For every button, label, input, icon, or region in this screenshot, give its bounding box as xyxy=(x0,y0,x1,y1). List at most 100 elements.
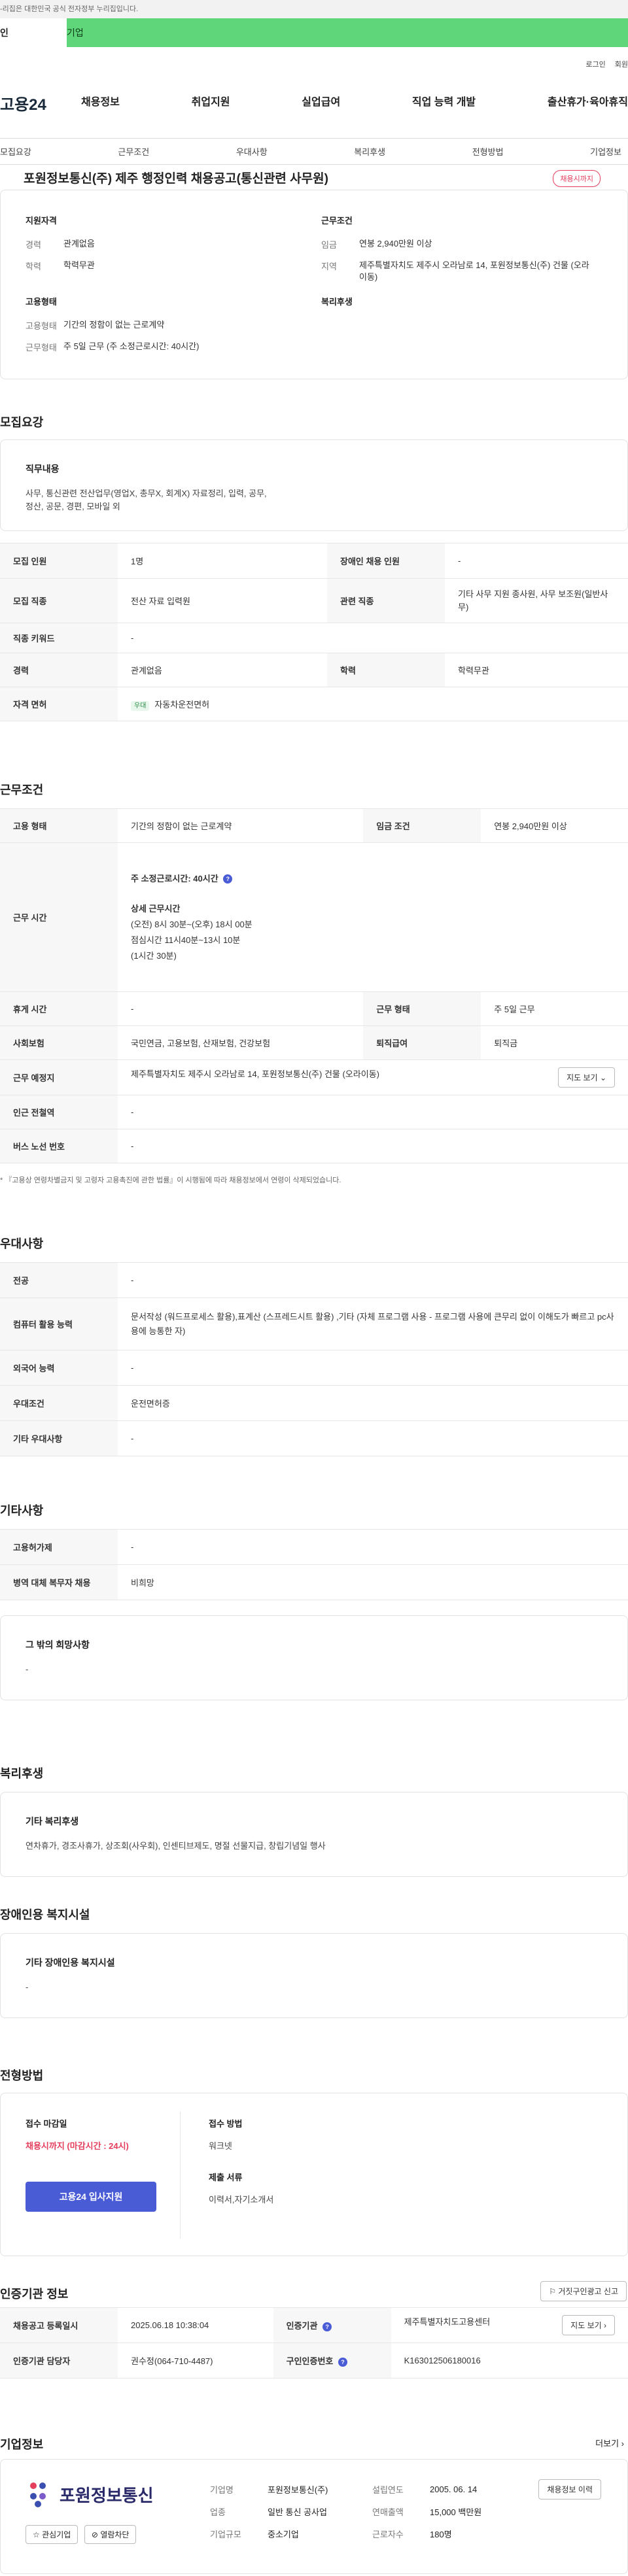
cell-header: 컴퓨터 활용 능력 xyxy=(0,1297,118,1350)
cell-header: 임금 조건 xyxy=(363,808,481,843)
table-row: 고용허가제 - xyxy=(0,1529,628,1565)
anchor-work[interactable]: 근무조건 xyxy=(118,145,149,158)
cell-value: 학력무관 xyxy=(445,653,628,687)
welfare-summary-title: 복리후생 xyxy=(321,297,353,307)
table-row: 컴퓨터 활용 능력 문서작성 (워드프로세스 활용),표계산 (스프레드시트 활용… xyxy=(0,1297,628,1350)
section-title-cert: 인증기관 정보 xyxy=(0,2288,69,2301)
apply-button[interactable]: 고용24 입사지원 xyxy=(26,2182,156,2212)
report-button-label: 거짓구인광고 신고 xyxy=(558,2287,618,2296)
disabled-subtitle: 기타 장애인용 복지시설 xyxy=(26,1957,115,1968)
weekly-hours: 주 소정근로시간: 40시간 ? xyxy=(131,871,615,887)
table-row: 외국어 능력 - xyxy=(0,1350,628,1386)
report-icon: ⚐ xyxy=(549,2287,556,2296)
cell-value: 주 5일 근무 xyxy=(481,991,628,1026)
info-icon[interactable]: ? xyxy=(223,874,233,884)
emp-title: 고용형태 xyxy=(26,297,57,307)
cell-value: - xyxy=(118,623,628,653)
tab-company[interactable]: 기업 xyxy=(67,18,628,47)
fav-label: 관심기업 xyxy=(42,2530,71,2539)
star-icon: ☆ xyxy=(33,2530,40,2539)
pref-table: 전공 - 컴퓨터 활용 능력 문서작성 (워드프로세스 활용),표계산 (스프레드시… xyxy=(0,1262,628,1456)
apply-box: 접수 마감일 채용시까지 (마감시간 : 24시) 고용24 입사지원 접수 방… xyxy=(0,2093,628,2256)
info-icon[interactable]: ? xyxy=(323,2322,332,2331)
tab-individual[interactable]: 인 xyxy=(0,18,67,47)
map-button[interactable]: 지도 보기 ⌄ xyxy=(558,1067,615,1088)
hours-line: (1시간 30분) xyxy=(131,950,177,961)
table-row: 모집 인원 1명 장애인 채용 인원 - xyxy=(0,543,628,579)
nav-jobs[interactable]: 채용정보 xyxy=(81,93,120,109)
kv-row: 근무형태 주 5일 근무 (주 소정근로시간: 40시간) xyxy=(26,341,300,353)
hours-line: 점심시간 11시40분~13시 10분 xyxy=(131,935,241,945)
nav-training[interactable]: 직업 능력 개발 xyxy=(412,93,476,109)
job-title-bar: 포원정보통신(주) 제주 행정인력 채용공고(통신관련 사무원) 채용시까지 xyxy=(0,165,628,190)
cell-value: 비희망 xyxy=(118,1564,628,1600)
table-row: 전공 - xyxy=(0,1262,628,1298)
cell-header: 고용허가제 xyxy=(0,1529,118,1565)
anchor-company[interactable]: 기업정보 xyxy=(590,145,621,158)
section-title-work: 근무조건 xyxy=(0,783,44,797)
site-logo[interactable]: 고용24 xyxy=(0,92,46,114)
table-row: 자격 면허 우대 자동차운전면허 xyxy=(0,687,628,721)
deadline-label: 접수 마감일 xyxy=(26,2119,67,2129)
duty-title: 직무내용 xyxy=(26,464,60,474)
nav-leave[interactable]: 출산휴가·육아휴직 xyxy=(548,93,628,109)
cell-header: 관련 직종 xyxy=(327,578,445,623)
kv-row: 학력 학력무관 xyxy=(26,260,300,272)
cell-value: - xyxy=(118,1350,628,1386)
cell-header: 기업명 xyxy=(210,2484,234,2495)
age-notice: * 『고용상 연령차별금지 및 고령자 고용촉진에 관한 법률』이 시행됨에 따… xyxy=(0,1176,341,1184)
nav-employment-support[interactable]: 취업지원 xyxy=(192,93,230,109)
cell-value: - xyxy=(118,1529,628,1565)
anchor-process[interactable]: 전형방법 xyxy=(472,145,504,158)
cell-header: 자격 면허 xyxy=(0,687,118,721)
emp-block: 고용형태 고용형태 기간의 정함이 없는 근로계약 근무형태 주 5일 근무 (주 … xyxy=(26,295,300,362)
cell-value: 운전면허증 xyxy=(118,1385,628,1421)
company-actions: ☆ 관심기업 ⊘ 열람차단 xyxy=(26,2525,137,2544)
info-icon[interactable]: ? xyxy=(338,2357,347,2367)
qual-block: 지원자격 경력 관계없음 학력 학력무관 xyxy=(26,214,300,281)
cert-org-label: 인증기관 xyxy=(286,2321,318,2331)
cell-value: 중소기업 xyxy=(268,2529,299,2539)
cell-value: - xyxy=(118,1129,628,1163)
kv-value: 주 5일 근무 (주 소정근로시간: 40시간) xyxy=(63,341,200,351)
cell-value: 제주특별자치도 제주시 오라남로 14, 포원정보통신(주) 건물 (오라이동)… xyxy=(118,1059,628,1095)
kv-row: 경력 관계없음 xyxy=(26,238,300,250)
method-value: 워크넷 xyxy=(209,2141,232,2151)
cell-header: 구인인증번호 ? xyxy=(273,2343,391,2379)
cell-header: 모집 직종 xyxy=(0,578,118,623)
cell-header: 근로자수 xyxy=(372,2529,404,2539)
cell-value: - xyxy=(445,543,628,579)
anchor-pref[interactable]: 우대사항 xyxy=(236,145,268,158)
login-link[interactable]: 로그인 xyxy=(585,61,605,69)
cell-header: 근무 형태 xyxy=(363,991,481,1026)
anchor-welfare[interactable]: 복리후생 xyxy=(354,145,385,158)
table-row: 기업규모 중소기업 근로자수 180명 xyxy=(210,2522,481,2545)
cell-value: 우대 자동차운전면허 xyxy=(118,687,628,721)
license-text: 자동차운전면허 xyxy=(154,700,210,710)
cell-header: 인증기관 담당자 xyxy=(0,2343,118,2379)
cell-value: 퇴직금 xyxy=(481,1025,628,1060)
cell-header: 모집 인원 xyxy=(0,543,118,579)
cert-map-button[interactable]: 지도 보기 › xyxy=(562,2315,615,2335)
util-links: 로그인 회원 xyxy=(576,59,628,69)
disabled-text: - xyxy=(26,1982,29,1992)
report-button[interactable]: ⚐ 거짓구인광고 신고 xyxy=(540,2281,627,2301)
history-button[interactable]: 채용정보 이력 xyxy=(538,2479,601,2499)
fav-button[interactable]: ☆ 관심기업 xyxy=(26,2525,78,2544)
section-title-disabled: 장애인용 복지시설 xyxy=(0,1908,90,1921)
company-card: 포원정보통신 ☆ 관심기업 ⊘ 열람차단 기업명 포원정보통신(주) 설립연도 200… xyxy=(0,2459,628,2574)
nav-unemployment[interactable]: 실업급여 xyxy=(302,93,340,109)
cell-header: 인증기관 ? xyxy=(273,2307,391,2343)
signup-link[interactable]: 회원 xyxy=(615,61,628,69)
cell-header: 학력 xyxy=(327,653,445,687)
cell-header: 고용 형태 xyxy=(0,808,118,843)
cell-header: 직종 키워드 xyxy=(0,623,118,653)
block-button[interactable]: ⊘ 열람차단 xyxy=(84,2525,137,2544)
welfare-subtitle: 기타 복리후생 xyxy=(26,1816,79,1827)
company-more-link[interactable]: 더보기 › xyxy=(595,2437,624,2449)
anchor-recruit[interactable]: 모집요강 xyxy=(0,145,31,158)
summary-card: 지원자격 경력 관계없음 학력 학력무관 근무조건 임금 연봉 2,940만원 이상 … xyxy=(0,190,628,379)
section-title-recruit: 모집요강 xyxy=(0,416,44,429)
etc-table: 고용허가제 - 병역 대체 복무자 채용 비희망 xyxy=(0,1529,628,1600)
work-table: 고용 형태 기간의 정함이 없는 근로계약 임금 조건 연봉 2,940만원 이상 근… xyxy=(0,808,628,1163)
